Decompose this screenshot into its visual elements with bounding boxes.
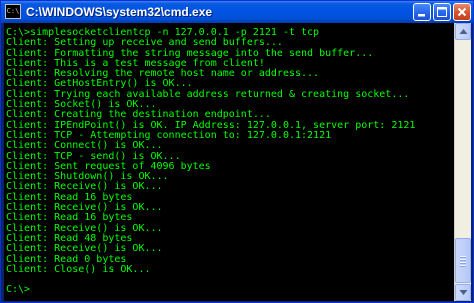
console-line: Client: Close() is OK...: [6, 263, 151, 275]
arrow-down-icon: [459, 290, 468, 295]
arrow-up-icon: [459, 29, 468, 34]
cmd-window: C:\ C:\WINDOWS\system32\cmd.exe C:\>simp…: [0, 0, 474, 303]
scroll-up-button[interactable]: [455, 23, 471, 40]
thumb-grip: [460, 259, 466, 261]
scroll-thumb[interactable]: [455, 238, 471, 283]
minimize-icon: [418, 14, 425, 17]
console-text: C:\>simplesocketclientcp -n 127.0.0.1 -p…: [6, 27, 415, 296]
thumb-grip: [460, 265, 466, 267]
console-output-area[interactable]: C:\>simplesocketclientcp -n 127.0.0.1 -p…: [4, 23, 454, 301]
vertical-scrollbar[interactable]: [454, 23, 471, 301]
maximize-button[interactable]: [433, 3, 451, 21]
close-button[interactable]: [453, 3, 471, 21]
close-icon: [457, 7, 467, 17]
minimize-button[interactable]: [413, 3, 431, 21]
window-title: C:\WINDOWS\system32\cmd.exe: [26, 5, 213, 19]
window-frame: [471, 23, 473, 301]
thumb-grip: [460, 262, 466, 264]
console-line: C:\>: [6, 284, 31, 296]
title-bar[interactable]: C:\ C:\WINDOWS\system32\cmd.exe: [1, 1, 473, 23]
console-app-icon[interactable]: C:\: [5, 4, 21, 19]
console-line: Client: Receive() is OK...: [6, 243, 163, 255]
thumb-grip: [460, 256, 466, 258]
scroll-down-button[interactable]: [455, 284, 471, 301]
maximize-icon: [437, 7, 447, 17]
